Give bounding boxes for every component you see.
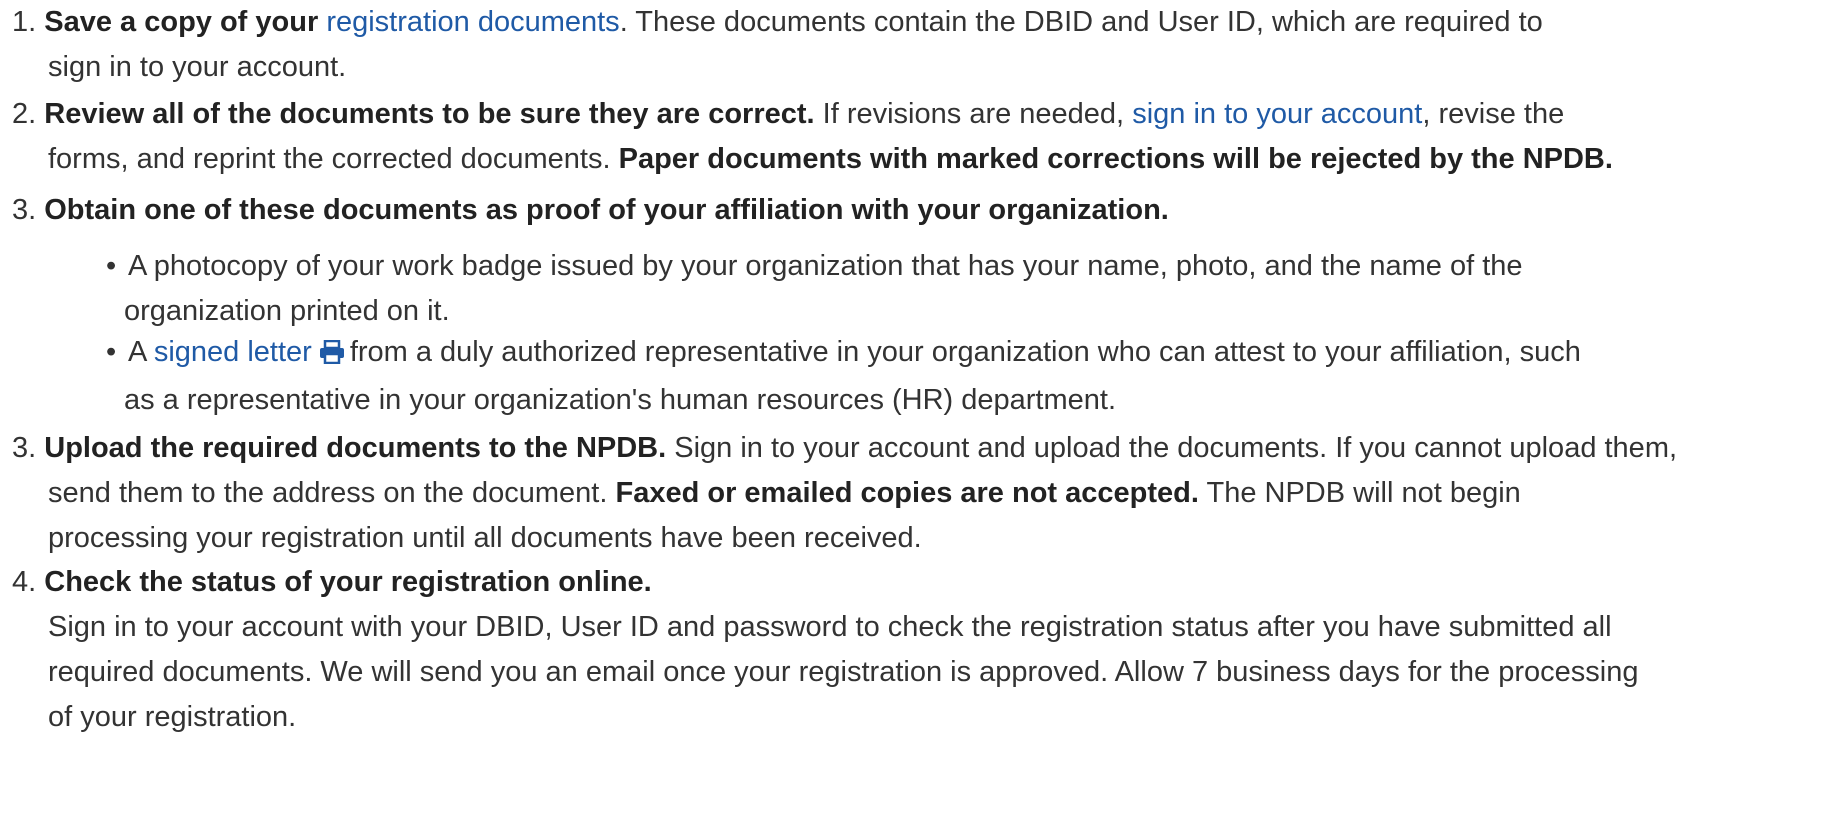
bullet-continuation: as a representative in your organization…: [124, 384, 1117, 416]
bullet-prefix: A: [128, 336, 146, 368]
step-continuation: sign in to your account.: [48, 51, 347, 83]
step-text: If revisions are needed,: [822, 98, 1125, 130]
registration-documents-link[interactable]: registration documents: [326, 6, 619, 38]
step-title: Review all of the documents to be sure t…: [44, 98, 815, 130]
bullet-dot: •: [106, 250, 117, 282]
step-number: 3.: [12, 194, 37, 226]
bullet-item-letter: • A signed letter from a duly authorized r…: [106, 330, 1581, 423]
step-text: Sign in to your account and upload the d…: [674, 432, 1678, 464]
step-number: 4.: [12, 566, 37, 598]
step-text: send them to the address on the document…: [48, 477, 608, 509]
step-number: 3.: [12, 432, 37, 464]
step-title: Obtain one of these documents as proof o…: [44, 194, 1169, 226]
step-text: , revise the: [1422, 98, 1565, 130]
bullet-text: from a duly authorized representative in…: [349, 336, 1581, 368]
step-text: . These documents contain the DBID and U…: [619, 6, 1543, 38]
bullet-text: A photocopy of your work badge issued by…: [128, 250, 1523, 282]
step-number: 2.: [12, 98, 37, 130]
step-3-obtain: 3. Obtain one of these documents as proo…: [12, 188, 1169, 233]
step-1: 1. Save a copy of your registration docu…: [12, 0, 1543, 90]
step-text: The NPDB will not begin: [1206, 477, 1521, 509]
step-2: 2. Review all of the documents to be sur…: [12, 92, 1613, 182]
rejection-note: Paper documents with marked corrections …: [618, 143, 1613, 175]
registration-instructions: 1. Save a copy of your registration docu…: [0, 0, 1839, 835]
step-continuation: forms, and reprint the corrected documen…: [48, 143, 611, 175]
printer-icon[interactable]: [318, 333, 346, 378]
sign-in-link[interactable]: sign in to your account: [1132, 98, 1422, 130]
signed-letter-link[interactable]: signed letter: [154, 336, 312, 368]
step-text: Sign in to your account with your DBID, …: [48, 611, 1612, 643]
step-text: required documents. We will send you an …: [48, 656, 1639, 688]
step-text: of your registration.: [48, 701, 297, 733]
step-4: 4. Check the status of your registration…: [12, 560, 1638, 740]
step-3-upload: 3. Upload the required documents to the …: [12, 426, 1677, 561]
step-title: Check the status of your registration on…: [44, 566, 652, 598]
fax-note: Faxed or emailed copies are not accepted…: [615, 477, 1199, 509]
step-number: 1.: [12, 6, 37, 38]
bullet-continuation: organization printed on it.: [124, 295, 450, 327]
step-continuation: processing your registration until all d…: [48, 522, 922, 554]
step-title: Upload the required documents to the NPD…: [44, 432, 667, 464]
step-title: Save a copy of your: [44, 6, 319, 38]
bullet-item-badge: • A photocopy of your work badge issued b…: [106, 244, 1523, 334]
bullet-dot: •: [106, 336, 117, 368]
